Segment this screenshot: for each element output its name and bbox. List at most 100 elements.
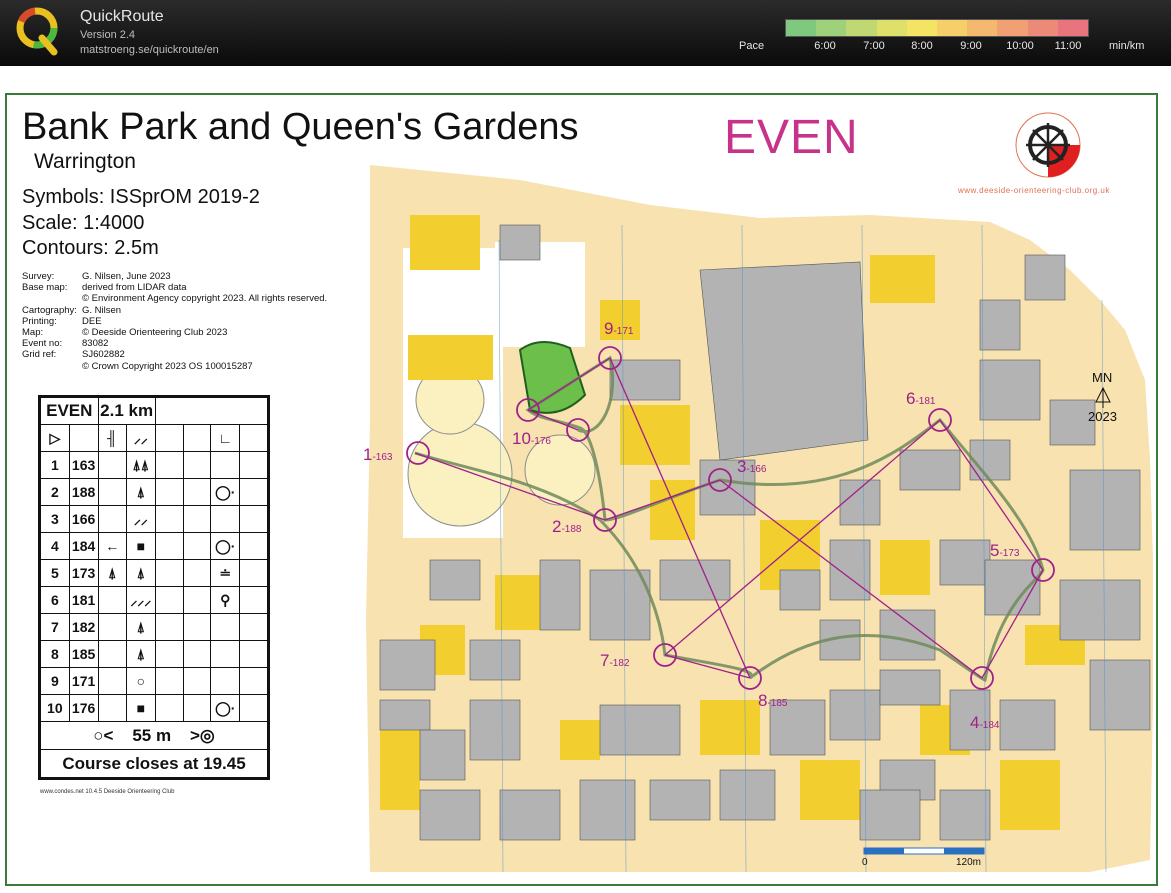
description-row: 10 176 ■ ◯· [40,694,268,722]
location-icon [210,613,241,641]
map-credits: Survey: G. Nilsen, June 2023 Base map: deri… [22,271,327,372]
control-code: 166 [68,505,99,533]
other-cell [239,694,268,722]
control-number: 9 [40,667,70,695]
control-number: 4 [40,532,70,560]
other-cell [239,613,268,641]
dimension-cell [182,559,212,587]
dimension-cell [182,586,212,614]
control-code: 171 [68,667,99,695]
feature-icon: ⍋ [125,478,156,506]
pace-tick: 8:00 [911,40,933,52]
description-row: 4 184 ← ■ ◯· [40,532,268,560]
credit-line: Survey: G. Nilsen, June 2023 [22,271,171,282]
feature-icon: ⍋ [125,559,156,587]
feature-icon: ○ [125,667,156,695]
other-cell [239,505,268,533]
pace-tick: 9:00 [960,40,982,52]
appearance-cell [154,532,184,560]
appearance-cell [154,451,184,479]
appearance-cell [154,694,184,722]
corner-icon: ∟ [210,424,241,452]
credit-line: Event no: 83082 [22,338,109,350]
pace-tick: 7:00 [863,40,885,52]
control-code: 181 [68,586,99,614]
course-title: EVEN [724,111,859,164]
dimension-cell [182,532,212,560]
direction-icon [97,505,127,533]
description-row: 2 188 ⍋ ◯· [40,478,268,506]
credit-line: Map: © Deeside Orienteering Club 2023 [22,327,228,339]
control-code: 163 [68,451,99,479]
dimension-cell [182,694,212,722]
scale-start: 0 [862,857,868,868]
other-cell [239,451,268,479]
location-icon: ◯· [210,478,241,506]
direction-icon [97,586,127,614]
control-number: 3 [40,505,70,533]
control-number: 8 [40,640,70,668]
scale-end: 120m [956,857,982,868]
dimension-cell [182,478,212,506]
scale-bar [863,847,985,855]
credit-line: Grid ref: SJ602882 [22,349,125,361]
pace-color-swatch [967,20,998,36]
description-row: 3 166 ⸝⸝ [40,505,268,533]
app-version: Version 2.4 [80,29,136,41]
direction-icon: ← [97,532,127,560]
pace-color-swatch [997,20,1028,36]
description-row: 5 173 ⍋ ⍋ ≐ [40,559,268,587]
location-icon: ◯· [210,532,241,560]
app-url-link[interactable]: matstroeng.se/quickroute/en [80,44,219,56]
location-icon [210,640,241,668]
description-row: 7 182 ⍋ [40,613,268,641]
other-cell [239,667,268,695]
credit-line: © Environment Agency copyright 2023. All… [82,293,328,305]
dimension-cell [182,613,212,641]
pace-tick: 11:00 [1054,40,1082,52]
appearance-cell [154,586,184,614]
feature-icon: ■ [125,694,156,722]
pace-color-swatch [1027,20,1058,36]
description-row: 9 171 ○ [40,667,268,695]
pace-tick: 10:00 [1006,40,1034,52]
control-number: 2 [40,478,70,506]
credit-line: Base map: derived from LIDAR data [22,282,187,294]
pace-color-swatch [1057,20,1089,36]
credit-line: Printing: DEE [22,315,102,327]
course-closing: Course closes at 19.45 [40,749,268,778]
pace-color-swatch [846,20,877,36]
control-number: 1 [40,451,70,479]
condes-byline: www.condes.net 10.4.5 Deeside Orienteeri… [40,789,175,795]
pace-color-swatch [906,20,938,36]
dimension-cell [182,451,212,479]
pace-label: Pace [739,40,765,52]
direction-icon [97,613,127,641]
desc-course: EVEN [40,397,99,425]
control-number: 7 [40,613,70,641]
control-number: 5 [40,559,70,587]
control-number: 10 [40,694,70,722]
club-logo-icon [1015,112,1081,178]
direction-icon [97,478,127,506]
start-feature-icon: ╢ [97,424,127,452]
credit-line: © Crown Copyright 2023 OS 100015287 [82,360,253,372]
feature-icon: ⍋ [125,613,156,641]
pace-color-scale [785,19,1089,37]
pace-color-swatch [816,20,847,36]
contours-info: Contours: 2.5m [22,237,159,259]
control-code: 173 [68,559,99,587]
symbols-info: Symbols: ISSprOM 2019-2 [22,186,260,208]
desc-length: 2.1 km [97,397,156,425]
other-cell [239,559,268,587]
pace-unit: min/km [1109,40,1145,52]
wall-icon: ⸝⸝ [125,424,156,452]
other-cell [239,532,268,560]
pace-color-swatch [937,20,968,36]
credit-line: Cartography: G. Nilsen [22,304,122,316]
control-code: 176 [68,694,99,722]
quickroute-logo-icon [14,6,60,56]
description-row: 1 163 ⍋⍋ [40,451,268,479]
appearance-cell [154,559,184,587]
control-code: 182 [68,613,99,641]
